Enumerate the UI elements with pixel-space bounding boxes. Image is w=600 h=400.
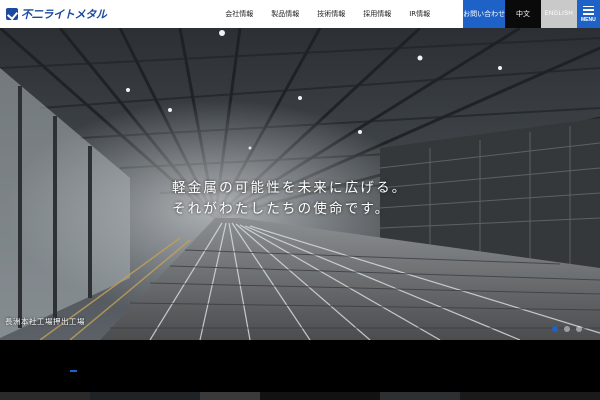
menu-label: MENU xyxy=(580,16,596,23)
nav-item-products[interactable]: 製品情報 xyxy=(262,9,308,19)
logo[interactable]: 不二ライトメタル xyxy=(0,0,211,28)
slider-dot-3[interactable] xyxy=(576,326,582,332)
slider-dot-1[interactable] xyxy=(552,326,558,332)
section-indicator xyxy=(70,370,77,372)
site-header: 不二ライトメタル 会社情報 製品情報 技術情報 採用情報 IR情報 お問い合わせ… xyxy=(0,0,600,28)
next-section-preview xyxy=(0,392,600,400)
hero-headline: 軽金属の可能性を未来に広げる。 それがわたしたちの使命です。 xyxy=(172,178,408,220)
global-nav: 会社情報 製品情報 技術情報 採用情報 IR情報 xyxy=(211,0,439,28)
chinese-language-button[interactable]: 中文 xyxy=(505,0,541,28)
english-language-button[interactable]: ENGLISH xyxy=(540,0,577,28)
menu-button[interactable]: MENU xyxy=(576,0,600,28)
nav-item-technology[interactable]: 技術情報 xyxy=(308,9,354,19)
nav-item-ir[interactable]: IR情報 xyxy=(400,9,439,19)
logo-icon xyxy=(6,8,18,20)
hero-headline-line1: 軽金属の可能性を未来に広げる。 xyxy=(172,180,408,196)
hero-slider: 軽金属の可能性を未来に広げる。 それがわたしたちの使命です。 長洲本社工場押出工… xyxy=(0,28,600,340)
contact-button[interactable]: お問い合わせ xyxy=(463,0,506,28)
hero-headline-line2: それがわたしたちの使命です。 xyxy=(172,201,391,217)
logo-text: 不二ライトメタル xyxy=(21,8,107,21)
slider-dot-2[interactable] xyxy=(564,326,570,332)
section-band xyxy=(0,340,600,392)
hamburger-icon xyxy=(582,5,594,15)
nav-item-recruit[interactable]: 採用情報 xyxy=(354,9,400,19)
hero-caption: 長洲本社工場押出工場 xyxy=(5,317,85,326)
nav-item-company[interactable]: 会社情報 xyxy=(211,9,262,19)
slider-dots xyxy=(552,326,582,332)
